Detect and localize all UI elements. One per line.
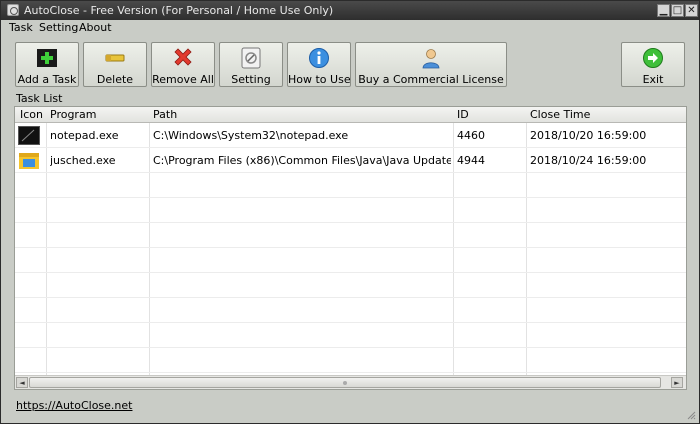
cell-program: notepad.exe	[50, 129, 119, 142]
table-row[interactable]: notepad.exe C:\Windows\System32\notepad.…	[15, 123, 686, 148]
cell-close-time: 2018/10/24 16:59:00	[530, 154, 647, 167]
user-license-icon	[422, 49, 440, 69]
column-header-icon[interactable]: Icon	[20, 108, 43, 121]
website-link[interactable]: https://AutoClose.net	[16, 399, 132, 412]
app-icon	[7, 4, 19, 16]
window-title: AutoClose - Free Version (For Personal /…	[24, 4, 334, 17]
setting-button[interactable]: Setting	[219, 42, 283, 87]
delete-button[interactable]: Delete	[83, 42, 147, 87]
table-row-empty	[15, 298, 686, 323]
column-header-program[interactable]: Program	[50, 108, 96, 121]
table-row-empty	[15, 323, 686, 348]
delete-label: Delete	[96, 73, 134, 86]
buy-license-label: Buy a Commercial License	[358, 73, 504, 86]
table-row[interactable]: jusched.exe C:\Program Files (x86)\Commo…	[15, 148, 686, 173]
scrollbar-thumb[interactable]	[29, 377, 661, 388]
cell-program: jusched.exe	[50, 154, 116, 167]
eraser-icon	[105, 54, 125, 62]
maximize-button[interactable]: □	[671, 4, 684, 17]
title-bar[interactable]: AutoClose - Free Version (For Personal /…	[1, 1, 699, 20]
table-row-empty	[15, 198, 686, 223]
add-task-button[interactable]: Add a Task	[15, 42, 79, 87]
remove-all-button[interactable]: Remove All	[151, 42, 215, 87]
scroll-right-button[interactable]: ►	[671, 377, 683, 388]
menu-task[interactable]: Task	[9, 21, 33, 34]
scroll-left-button[interactable]: ◄	[16, 377, 28, 388]
table-row-empty	[15, 273, 686, 298]
red-x-icon	[174, 48, 192, 66]
scrollbar-grip-icon	[343, 381, 347, 385]
table-header: Icon Program Path ID Close Time	[15, 107, 686, 123]
task-list-label: Task List	[16, 92, 63, 105]
notepad-icon	[18, 126, 40, 145]
close-button[interactable]: ✕	[685, 4, 698, 17]
resize-grip-icon[interactable]	[686, 410, 696, 420]
info-icon	[309, 48, 329, 68]
menu-bar: Task Setting About	[1, 20, 699, 37]
minimize-button[interactable]: ▁	[657, 4, 670, 17]
column-header-path[interactable]: Path	[153, 108, 177, 121]
cell-id: 4460	[457, 129, 485, 142]
how-to-use-button[interactable]: How to Use	[287, 42, 351, 87]
task-table[interactable]: Icon Program Path ID Close Time notepad.…	[14, 106, 687, 390]
cell-path: C:\Windows\System32\notepad.exe	[153, 129, 349, 142]
cell-id: 4944	[457, 154, 485, 167]
horizontal-scrollbar[interactable]: ◄ ►	[15, 375, 686, 389]
settings-icon	[241, 47, 261, 69]
column-header-close-time[interactable]: Close Time	[530, 108, 590, 121]
app-window: AutoClose - Free Version (For Personal /…	[0, 0, 700, 424]
setting-label: Setting	[231, 73, 271, 86]
menu-setting[interactable]: Setting	[39, 21, 78, 34]
exit-arrow-icon	[643, 48, 663, 68]
add-task-icon	[37, 49, 57, 67]
add-task-label: Add a Task	[17, 73, 77, 86]
cell-close-time: 2018/10/20 16:59:00	[530, 129, 647, 142]
table-row-empty	[15, 173, 686, 198]
menu-about[interactable]: About	[79, 21, 112, 34]
buy-license-button[interactable]: Buy a Commercial License	[355, 42, 507, 87]
table-row-empty	[15, 223, 686, 248]
java-update-icon	[19, 153, 39, 169]
how-to-use-label: How to Use	[288, 73, 351, 86]
column-header-id[interactable]: ID	[457, 108, 469, 121]
table-row-empty	[15, 348, 686, 373]
exit-label: Exit	[642, 73, 664, 86]
remove-all-label: Remove All	[152, 73, 214, 86]
cell-path: C:\Program Files (x86)\Common Files\Java…	[153, 154, 451, 167]
exit-button[interactable]: Exit	[621, 42, 685, 87]
table-row-empty	[15, 248, 686, 273]
